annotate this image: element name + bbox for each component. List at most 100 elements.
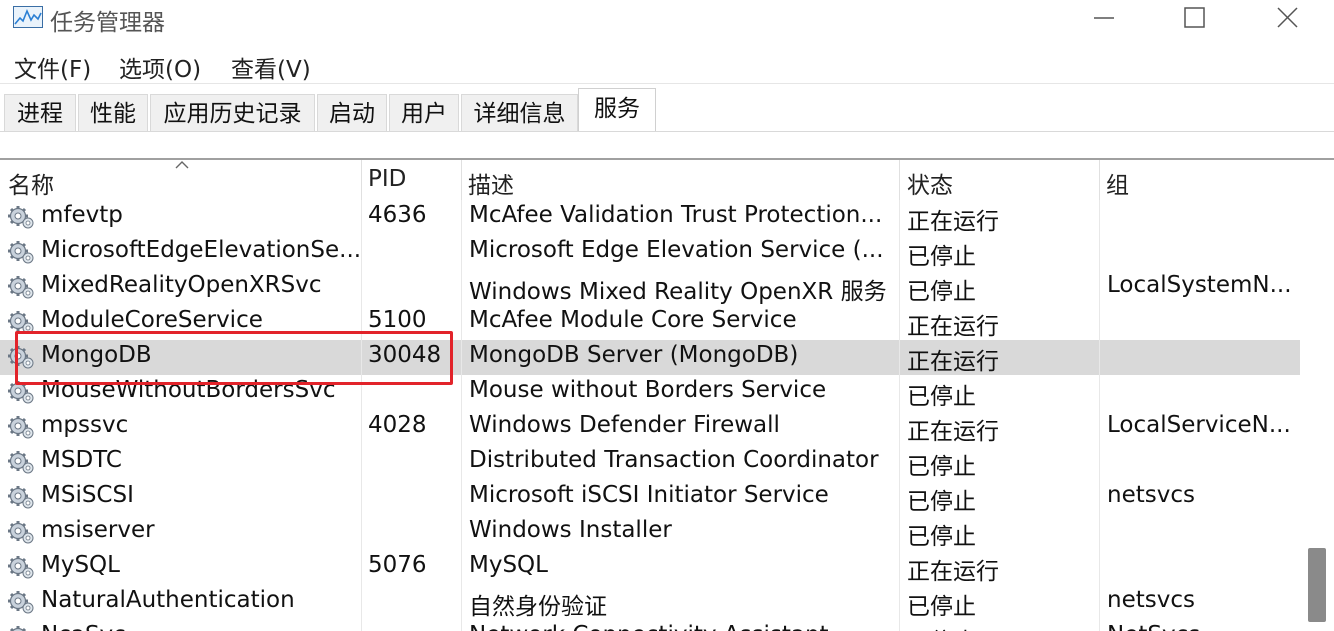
column-divider[interactable] [361, 160, 362, 200]
close-icon[interactable] [1259, 0, 1315, 36]
cell-divider [899, 235, 900, 270]
cell-divider [899, 620, 900, 631]
service-description: MySQL [469, 552, 548, 578]
tab-services[interactable]: 服务 [578, 88, 656, 134]
service-status: 正在运行 [907, 559, 999, 585]
cell-divider [461, 410, 462, 445]
column-divider[interactable] [461, 160, 462, 200]
service-description: McAfee Module Core Service [469, 307, 797, 333]
cell-divider [899, 480, 900, 515]
cell-divider [461, 340, 462, 375]
cell-divider [1099, 340, 1100, 375]
table-row[interactable]: NaturalAuthentication 自然身份验证 已停止 netsvcs [0, 585, 1300, 620]
cell-divider [899, 515, 900, 550]
service-status: 已停止 [907, 384, 976, 410]
service-name: ModuleCoreService [41, 307, 263, 333]
cell-divider [361, 200, 362, 235]
tab-processes[interactable]: 进程 [4, 94, 76, 132]
service-status: 已停止 [907, 594, 976, 620]
table-row[interactable]: mfevtp 4636 McAfee Validation Trust Prot… [0, 200, 1300, 235]
column-header-group[interactable]: 组 [1106, 166, 1129, 200]
cell-divider [461, 375, 462, 410]
service-description: Network Connectivity Assistant [469, 622, 894, 631]
service-description: Mouse without Borders Service [469, 377, 827, 403]
cell-divider [1099, 270, 1100, 305]
service-description: Windows Installer [469, 517, 672, 543]
cell-divider [899, 340, 900, 375]
table-row[interactable]: mpssvc 4028 Windows Defender Firewall 正在… [0, 410, 1300, 445]
cell-divider [1099, 515, 1100, 550]
service-gear-icon [8, 486, 34, 509]
service-status: 正在运行 [907, 419, 999, 445]
service-gear-icon [9, 626, 27, 631]
tab-users[interactable]: 用户 [389, 94, 459, 132]
service-status: 正在运行 [907, 209, 999, 235]
table-row[interactable]: NcaSvc Network Connectivity Assistant 已停… [0, 620, 1300, 631]
service-gear-icon [8, 451, 34, 474]
cell-divider [899, 585, 900, 620]
service-description: Microsoft iSCSI Initiator Service [469, 482, 829, 508]
cell-divider [461, 515, 462, 550]
maximize-icon[interactable] [1166, 0, 1222, 36]
cell-divider [361, 445, 362, 480]
vertical-scrollbar[interactable] [1300, 160, 1334, 631]
cell-divider [1099, 305, 1100, 340]
cell-divider [461, 445, 462, 480]
service-group: netsvcs [1107, 587, 1195, 613]
window-title: 任务管理器 [50, 10, 165, 36]
task-manager-icon [13, 6, 43, 28]
service-pid: 5100 [368, 307, 427, 333]
table-row[interactable]: MicrosoftEdgeElevationSe... Microsoft Ed… [0, 235, 1300, 270]
cell-divider [461, 270, 462, 305]
service-name: mpssvc [41, 412, 129, 438]
service-name: MixedRealityOpenXRSvc [41, 272, 322, 298]
service-status: 已停止 [907, 622, 1097, 631]
cell-divider [461, 550, 462, 585]
service-group: NetSvcs [1107, 622, 1292, 631]
column-header-name[interactable]: 名称 [8, 166, 54, 200]
cell-divider [461, 585, 462, 620]
table-row[interactable]: MSDTC Distributed Transaction Coordinato… [0, 445, 1300, 480]
table-row[interactable]: MSiSCSI Microsoft iSCSI Initiator Servic… [0, 480, 1300, 515]
cell-divider [461, 235, 462, 270]
tab-performance[interactable]: 性能 [78, 94, 148, 132]
service-status: 已停止 [907, 489, 976, 515]
column-divider[interactable] [899, 160, 900, 200]
minimize-icon[interactable] [1076, 0, 1132, 36]
table-row[interactable]: msiserver Windows Installer 已停止 [0, 515, 1300, 550]
menu-file[interactable]: 文件(F) [14, 50, 91, 84]
service-description: McAfee Validation Trust Protection... [469, 202, 883, 228]
cell-divider [461, 620, 462, 631]
column-divider[interactable] [1099, 160, 1100, 200]
column-header-description[interactable]: 描述 [468, 166, 514, 200]
service-group: LocalServiceN... [1107, 412, 1291, 438]
tab-startup[interactable]: 启动 [317, 94, 387, 132]
tab-app-history[interactable]: 应用历史记录 [150, 94, 315, 132]
cell-divider [899, 375, 900, 410]
sort-ascending-icon [175, 161, 189, 169]
cell-divider [361, 235, 362, 270]
column-header-pid[interactable]: PID [368, 166, 406, 192]
services-list: mfevtp 4636 McAfee Validation Trust Prot… [0, 200, 1300, 631]
cell-divider [361, 270, 362, 305]
table-row[interactable]: MySQL 5076 MySQL 正在运行 [0, 550, 1300, 585]
service-name: MSiSCSI [41, 482, 134, 508]
cell-divider [461, 305, 462, 340]
tab-details[interactable]: 详细信息 [461, 94, 578, 132]
service-status: 已停止 [907, 279, 976, 305]
highlight-annotation [15, 331, 453, 385]
menu-view[interactable]: 查看(V) [231, 50, 311, 84]
service-description: MongoDB Server (MongoDB) [469, 342, 799, 368]
service-group: netsvcs [1107, 482, 1195, 508]
table-row[interactable]: MixedRealityOpenXRSvc Windows Mixed Real… [0, 270, 1300, 305]
menu-options[interactable]: 选项(O) [119, 50, 201, 84]
cell-divider [361, 480, 362, 515]
service-gear-icon [8, 556, 34, 579]
cell-divider [899, 550, 900, 585]
service-pid: 4028 [368, 412, 427, 438]
scrollbar-thumb[interactable] [1308, 548, 1326, 622]
cell-divider [899, 410, 900, 445]
column-header-status[interactable]: 状态 [907, 166, 953, 200]
cell-divider [1099, 480, 1100, 515]
content-top-strip [0, 132, 1334, 158]
